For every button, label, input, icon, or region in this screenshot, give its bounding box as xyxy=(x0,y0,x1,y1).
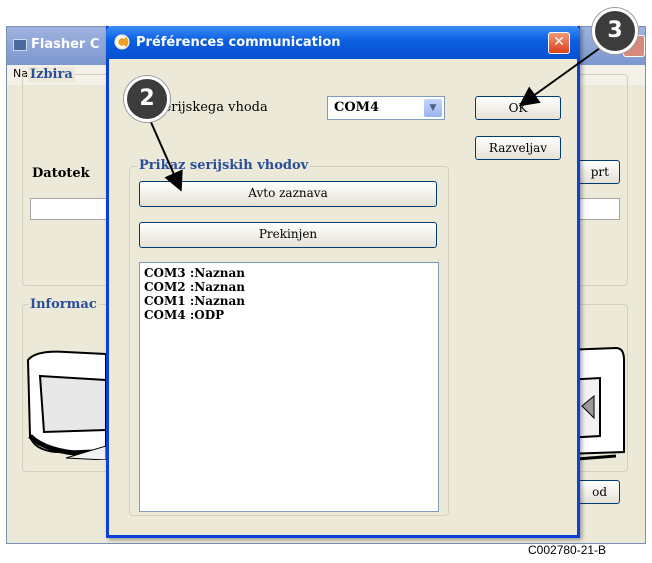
dialog-title-bar[interactable]: Préférences communication ✕ xyxy=(106,26,580,59)
callout-badge-2: 2 xyxy=(124,76,170,122)
dialog-title: Préférences communication xyxy=(136,35,341,50)
autodetect-button[interactable]: Avto zaznava xyxy=(139,181,437,207)
disconnect-button[interactable]: Prekinjen xyxy=(139,222,437,248)
printer-illustration-left xyxy=(26,350,106,460)
callout-badge-3: 3 xyxy=(592,8,638,54)
app-logo-icon xyxy=(114,34,130,50)
serial-ports-list[interactable]: COM3 :Naznan COM2 :Naznan COM1 :Naznan C… xyxy=(139,262,439,512)
serial-port-select[interactable]: COM4 ▼ xyxy=(327,96,445,120)
ok-button[interactable]: OK xyxy=(475,96,561,120)
figure-caption: C002780-21-B xyxy=(528,543,607,557)
main-window-title: Flasher C xyxy=(31,37,100,52)
list-item[interactable]: COM1 :Naznan xyxy=(144,294,434,308)
serial-port-value: COM4 xyxy=(334,100,380,115)
close-icon[interactable]: ✕ xyxy=(548,32,570,54)
cancel-button[interactable]: Razveljav xyxy=(475,136,561,160)
list-item[interactable]: COM4 :ODP xyxy=(144,308,434,322)
communication-preferences-dialog: Préférences communication ✕ a serijskega… xyxy=(106,26,580,538)
chevron-down-icon[interactable]: ▼ xyxy=(424,99,442,117)
serial-ports-group-label: Prikaz serijskih vhodov xyxy=(137,158,311,173)
list-item[interactable]: COM2 :Naznan xyxy=(144,280,434,294)
selection-group-label: Izbira xyxy=(28,67,75,82)
list-item[interactable]: COM3 :Naznan xyxy=(144,266,434,280)
file-label: Datotek xyxy=(32,166,90,181)
app-icon xyxy=(13,39,27,51)
info-group-label: Informac xyxy=(28,297,99,312)
